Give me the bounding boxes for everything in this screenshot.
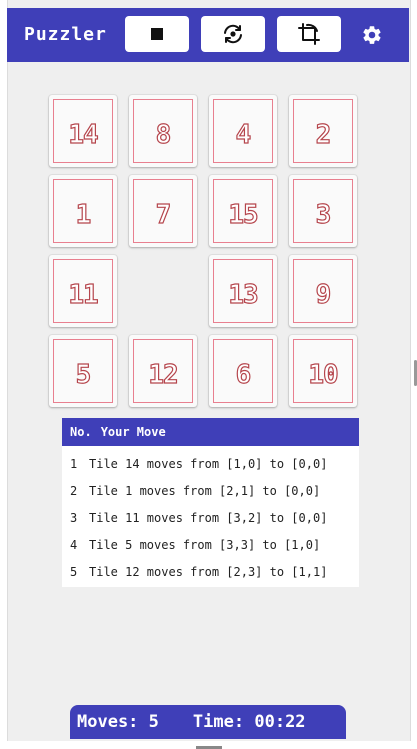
tile-number: 14 <box>68 119 100 150</box>
tile-frame: 9 <box>293 259 353 323</box>
tile-number: 10 <box>308 359 340 390</box>
puzzle-tile[interactable]: 8 <box>129 95 197 167</box>
puzzle-tile[interactable]: 10 <box>289 335 357 407</box>
tile-number: 7 <box>155 199 172 230</box>
move-text: Tile 1 moves from [2,1] to [0,0] <box>89 483 321 498</box>
moves-count: 5 <box>148 712 159 732</box>
column-header-no: No. <box>70 425 92 439</box>
tile-frame: 14 <box>53 99 113 163</box>
crop-icon <box>298 23 320 45</box>
puzzle-tile[interactable]: 13 <box>209 255 277 327</box>
puzzle-tile[interactable]: 2 <box>289 95 357 167</box>
tile-number: 6 <box>235 359 252 390</box>
move-number: 4 <box>70 537 78 552</box>
time-label: Time: <box>192 712 245 732</box>
table-row: 4 Tile 5 moves from [3,3] to [1,0] <box>62 531 359 558</box>
settings-button[interactable] <box>360 23 384 47</box>
tile-frame: 8 <box>133 99 193 163</box>
puzzle-tile[interactable]: 9 <box>289 255 357 327</box>
time-value: 00:22 <box>254 712 306 732</box>
move-text: Tile 11 moves from [3,2] to [0,0] <box>89 510 328 525</box>
status-bar: Moves: 5 Time: 00:22 <box>70 705 346 739</box>
table-row: 1 Tile 14 moves from [1,0] to [0,0] <box>62 450 359 477</box>
crop-button[interactable] <box>277 16 341 52</box>
stop-button[interactable] <box>125 16 189 52</box>
tile-number: 9 <box>315 279 332 310</box>
restart-button[interactable] <box>201 16 265 52</box>
gear-icon <box>363 26 381 44</box>
stop-icon <box>151 28 163 40</box>
tile-number: 13 <box>228 279 260 310</box>
tile-number: 15 <box>228 199 260 230</box>
move-number: 5 <box>70 564 78 579</box>
puzzle-tile[interactable]: 11 <box>49 255 117 327</box>
moves-label: Moves: <box>77 712 139 732</box>
tile-number: 12 <box>148 359 180 390</box>
puzzle-tile[interactable]: 7 <box>129 175 197 247</box>
tile-number: 4 <box>235 119 252 150</box>
table-row: 2 Tile 1 moves from [2,1] to [0,0] <box>62 477 359 504</box>
moves-table-header: No. Your Move <box>62 418 359 446</box>
move-number: 1 <box>70 456 78 471</box>
move-text: Tile 5 moves from [3,3] to [1,0] <box>89 537 321 552</box>
tile-frame: 5 <box>53 339 113 403</box>
tile-number: 8 <box>155 119 172 150</box>
move-number: 3 <box>70 510 78 525</box>
table-row: 5 Tile 12 moves from [2,3] to [1,1] <box>62 558 359 585</box>
tile-number: 5 <box>75 359 92 390</box>
app-title: Puzzler <box>24 24 107 45</box>
tile-number: 11 <box>68 279 100 310</box>
puzzle-tile[interactable]: 15 <box>209 175 277 247</box>
tile-frame: 1 <box>53 179 113 243</box>
puzzle-tile[interactable]: 3 <box>289 175 357 247</box>
tile-frame: 12 <box>133 339 193 403</box>
puzzle-tile[interactable]: 6 <box>209 335 277 407</box>
move-text: Tile 12 moves from [2,3] to [1,1] <box>89 564 328 579</box>
moves-table: No. Your Move 1 Tile 14 moves from [1,0] … <box>62 418 359 587</box>
tile-frame: 4 <box>213 99 273 163</box>
puzzle-tile[interactable]: 12 <box>129 335 197 407</box>
tile-frame: 7 <box>133 179 193 243</box>
tile-frame: 11 <box>53 259 113 323</box>
puzzle-tile[interactable]: 14 <box>49 95 117 167</box>
column-header-move: Your Move <box>100 425 166 439</box>
table-row: 3 Tile 11 moves from [3,2] to [0,0] <box>62 504 359 531</box>
tile-frame: 2 <box>293 99 353 163</box>
puzzle-tile[interactable]: 1 <box>49 175 117 247</box>
tile-frame: 6 <box>213 339 273 403</box>
puzzle-tile[interactable]: 5 <box>49 335 117 407</box>
move-text: Tile 14 moves from [1,0] to [0,0] <box>89 456 328 471</box>
tile-frame: 13 <box>213 259 273 323</box>
tile-frame: 10 <box>293 339 353 403</box>
app-header: Puzzler <box>7 8 409 62</box>
tile-frame: 3 <box>293 179 353 243</box>
puzzle-tile[interactable]: 4 <box>209 95 277 167</box>
tile-number: 1 <box>75 199 92 230</box>
restart-icon <box>224 24 242 44</box>
move-number: 2 <box>70 483 78 498</box>
tile-number: 2 <box>315 119 332 150</box>
tile-frame: 15 <box>213 179 273 243</box>
tile-number: 3 <box>315 199 332 230</box>
